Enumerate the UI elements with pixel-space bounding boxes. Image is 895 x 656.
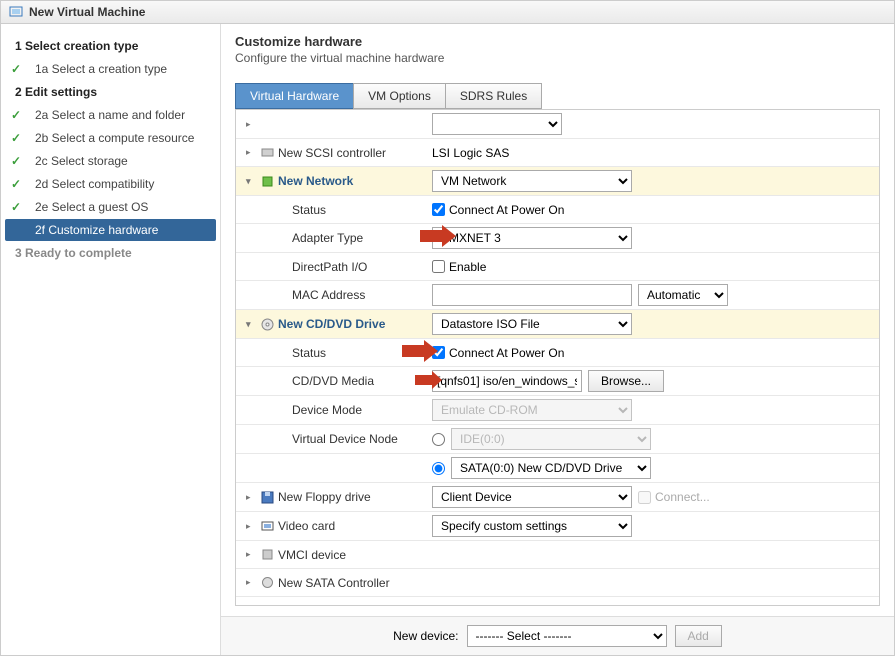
main-panel: Customize hardware Configure the virtual… bbox=[221, 24, 894, 655]
row-scsi: ▸ New SCSI controller LSI Logic SAS bbox=[236, 139, 879, 167]
tab-virtual-hardware[interactable]: Virtual Hardware bbox=[235, 83, 354, 109]
expand-icon[interactable]: ▸ bbox=[246, 605, 256, 606]
row-cd-dvd: ▾ New CD/DVD Drive Datastore ISO File bbox=[236, 310, 879, 339]
collapse-icon[interactable]: ▾ bbox=[246, 176, 256, 187]
row-adapter-type: Adapter Type VMXNET 3 bbox=[236, 224, 879, 253]
browse-button[interactable]: Browse... bbox=[588, 370, 664, 392]
wizard-sidebar: 1 Select creation type ✓1a Select a crea… bbox=[1, 24, 221, 655]
floppy-connect-checkbox bbox=[638, 491, 651, 504]
video-select[interactable]: Specify custom settings bbox=[432, 515, 632, 537]
mac-input[interactable] bbox=[432, 284, 632, 306]
cd-media-input[interactable] bbox=[432, 370, 582, 392]
ide-radio[interactable] bbox=[432, 433, 445, 446]
page-title: Customize hardware bbox=[235, 34, 880, 49]
row-device-mode: Device Mode Emulate CD-ROM bbox=[236, 396, 879, 425]
row-mac-address: MAC Address Automatic bbox=[236, 281, 879, 310]
expand-icon[interactable]: ▸ bbox=[246, 119, 256, 130]
network-select[interactable]: VM Network bbox=[432, 170, 632, 192]
content: 1 Select creation type ✓1a Select a crea… bbox=[1, 24, 894, 655]
tab-sdrs-rules[interactable]: SDRS Rules bbox=[445, 83, 542, 109]
row-truncated-top: ▸ bbox=[236, 110, 879, 139]
cd-label: New CD/DVD Drive bbox=[278, 317, 385, 331]
wizard-window: New Virtual Machine 1 Select creation ty… bbox=[0, 0, 895, 656]
page-subtitle: Configure the virtual machine hardware bbox=[235, 51, 880, 65]
cd-connect-checkbox[interactable] bbox=[432, 346, 445, 359]
sidebar-step-2[interactable]: 2 Edit settings bbox=[1, 81, 220, 103]
floppy-icon bbox=[260, 490, 274, 504]
sidebar-item-2f[interactable]: 2f Customize hardware bbox=[5, 219, 216, 241]
sidebar-item-2c[interactable]: ✓2c Select storage bbox=[1, 150, 220, 172]
new-device-select[interactable]: ------- Select ------- bbox=[467, 625, 667, 647]
sidebar-item-1a[interactable]: ✓1a Select a creation type bbox=[1, 58, 220, 80]
window-title: New Virtual Machine bbox=[29, 5, 145, 19]
adapter-type-select[interactable]: VMXNET 3 bbox=[432, 227, 632, 249]
scsi-label: New SCSI controller bbox=[278, 146, 386, 160]
check-icon: ✓ bbox=[11, 177, 25, 191]
row-cd-media: CD/DVD Media Browse... bbox=[236, 367, 879, 396]
row-virtual-node: Virtual Device Node IDE(0:0) bbox=[236, 425, 879, 454]
add-button[interactable]: Add bbox=[675, 625, 722, 647]
check-icon: ✓ bbox=[11, 62, 25, 76]
sidebar-item-2e[interactable]: ✓2e Select a guest OS bbox=[1, 196, 220, 218]
check-icon: ✓ bbox=[11, 200, 25, 214]
row-video: ▸ Video card Specify custom settings bbox=[236, 512, 879, 541]
chip-icon bbox=[260, 548, 274, 562]
mac-mode-select[interactable]: Automatic bbox=[638, 284, 728, 306]
new-device-label: New device: bbox=[393, 629, 458, 643]
main-header: Customize hardware Configure the virtual… bbox=[221, 24, 894, 69]
check-icon: ✓ bbox=[11, 154, 25, 168]
sidebar-item-2b[interactable]: ✓2b Select a compute resource bbox=[1, 127, 220, 149]
expand-icon[interactable]: ▸ bbox=[246, 147, 256, 158]
sidebar-step-1[interactable]: 1 Select creation type bbox=[1, 35, 220, 57]
vm-icon bbox=[9, 5, 23, 19]
sata-radio[interactable] bbox=[432, 462, 445, 475]
expand-icon[interactable]: ▸ bbox=[246, 577, 256, 588]
row-network-status: Status Connect At Power On bbox=[236, 196, 879, 224]
select-generic[interactable] bbox=[432, 113, 562, 135]
row-floppy: ▸ New Floppy drive Client Device Connect… bbox=[236, 483, 879, 512]
expand-icon[interactable]: ▸ bbox=[246, 521, 256, 532]
collapse-icon[interactable]: ▾ bbox=[246, 319, 256, 330]
row-other: ▸ Other Devices bbox=[236, 597, 879, 606]
new-device-footer: New device: ------- Select ------- Add bbox=[221, 616, 894, 655]
row-cd-status: Status Connect At Power On bbox=[236, 339, 879, 367]
scsi-value: LSI Logic SAS bbox=[432, 146, 509, 160]
network-connect-checkbox[interactable] bbox=[432, 203, 445, 216]
scsi-icon bbox=[260, 146, 274, 160]
network-label: New Network bbox=[278, 174, 353, 188]
row-network: ▾ New Network VM Network bbox=[236, 167, 879, 196]
network-icon bbox=[260, 174, 274, 188]
titlebar: New Virtual Machine bbox=[1, 1, 894, 24]
row-virtual-node-sata: SATA(0:0) New CD/DVD Drive bbox=[236, 454, 879, 483]
directpath-checkbox[interactable] bbox=[432, 260, 445, 273]
row-sata: ▸ New SATA Controller bbox=[236, 569, 879, 597]
sata-select[interactable]: SATA(0:0) New CD/DVD Drive bbox=[451, 457, 651, 479]
sidebar-step-3[interactable]: 3 Ready to complete bbox=[1, 242, 220, 264]
sidebar-item-2d[interactable]: ✓2d Select compatibility bbox=[1, 173, 220, 195]
video-icon bbox=[260, 519, 274, 533]
floppy-select[interactable]: Client Device bbox=[432, 486, 632, 508]
tabs: Virtual Hardware VM Options SDRS Rules bbox=[235, 83, 880, 109]
tab-vm-options[interactable]: VM Options bbox=[353, 83, 446, 109]
check-icon: ✓ bbox=[11, 108, 25, 122]
sata-icon bbox=[260, 576, 274, 590]
hardware-table: ▸ ▸ New SCSI controller LSI Logic SAS ▾ bbox=[235, 109, 880, 606]
disc-icon bbox=[260, 317, 274, 331]
row-directpath: DirectPath I/O Enable bbox=[236, 253, 879, 281]
expand-icon[interactable]: ▸ bbox=[246, 492, 256, 503]
cd-type-select[interactable]: Datastore ISO File bbox=[432, 313, 632, 335]
expand-icon[interactable]: ▸ bbox=[246, 549, 256, 560]
sidebar-item-2a[interactable]: ✓2a Select a name and folder bbox=[1, 104, 220, 126]
ide-select: IDE(0:0) bbox=[451, 428, 651, 450]
device-mode-select: Emulate CD-ROM bbox=[432, 399, 632, 421]
row-vmci: ▸ VMCI device bbox=[236, 541, 879, 569]
check-icon: ✓ bbox=[11, 131, 25, 145]
